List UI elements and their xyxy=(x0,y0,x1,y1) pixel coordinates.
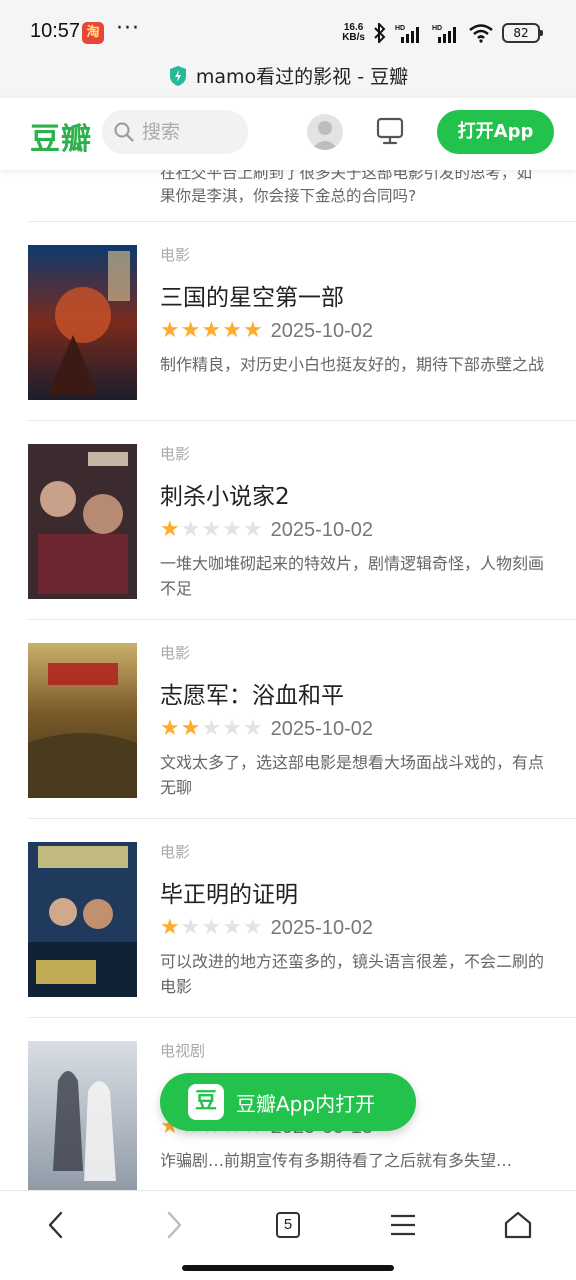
home-button[interactable] xyxy=(488,1205,548,1245)
star-rating: ★★★★★ xyxy=(160,917,263,939)
site-header: 豆瓣 打开App xyxy=(0,98,576,170)
status-time: 10:57 xyxy=(30,20,81,42)
star-empty-icon: ★ xyxy=(242,915,263,940)
item-title[interactable]: 三国的星空第一部 xyxy=(160,278,548,311)
list-item[interactable]: 电影 毕正明的证明 ★ ★ ★ ★ ★ 2025-10-02 可以改进的地方还蛮多的，镜… xyxy=(28,819,576,1018)
status-bar: 10:57 淘 ··· 16.6 KB/s HD HD 82 xyxy=(0,0,576,62)
item-comment: 制作精良，对历史小白也挺友好的，期待下部赤壁之战 xyxy=(160,355,545,374)
watched-date: 2025-10-02 xyxy=(270,717,373,740)
star-rating: ★★★★★ xyxy=(160,320,263,342)
star-filled-icon: ★ xyxy=(160,517,180,542)
watched-list: 在社交平台上刷到了很多关于这部电影引发的思考，如果你是李淇，你会接下金总的合同吗… xyxy=(0,164,576,1217)
item-title[interactable]: 刺杀小说家2 xyxy=(160,477,548,510)
svg-text:HD: HD xyxy=(432,25,442,32)
taobao-app-icon: 淘 xyxy=(82,22,104,44)
category-label: 电影 xyxy=(160,246,191,264)
category-label: 电影 xyxy=(160,445,191,463)
menu-button[interactable] xyxy=(373,1205,433,1245)
more-notifications-icon: ··· xyxy=(116,16,140,41)
item-title[interactable]: 毕正明的证明 xyxy=(160,875,548,908)
item-comment: 文戏太多了，选这部电影是想看大场面战斗戏的，有点无聊 xyxy=(160,753,545,797)
search-box[interactable] xyxy=(102,110,248,154)
back-button[interactable] xyxy=(26,1205,86,1245)
monitor-icon[interactable] xyxy=(375,116,405,146)
star-empty-icon: ★ xyxy=(201,716,222,741)
open-app-button[interactable]: 打开App xyxy=(437,110,554,154)
star-empty-icon: ★ xyxy=(180,915,201,940)
poster-image[interactable] xyxy=(28,842,137,997)
category-label: 电影 xyxy=(160,644,191,662)
star-filled-icon: ★ xyxy=(160,318,180,343)
open-in-app-button[interactable]: 豆 豆瓣App内打开 xyxy=(160,1073,416,1131)
category-label: 电视剧 xyxy=(160,1042,206,1060)
star-empty-icon: ★ xyxy=(222,915,242,940)
poster-image[interactable] xyxy=(28,245,137,400)
open-in-app-label: 豆瓣App内打开 xyxy=(236,1091,376,1116)
watched-date: 2025-10-02 xyxy=(270,319,373,342)
network-speed-unit: KB/s xyxy=(342,32,365,43)
category-label: 电影 xyxy=(160,843,191,861)
previous-item-comment: 在社交平台上刷到了很多关于这部电影引发的思考，如果你是李淇，你会接下金总的合同吗… xyxy=(28,162,576,222)
star-rating: ★★★★★ xyxy=(160,718,263,740)
watched-date: 2025-10-02 xyxy=(270,916,373,939)
address-bar[interactable]: mamo看过的影视 - 豆瓣 xyxy=(0,62,576,98)
search-input[interactable] xyxy=(142,121,232,143)
star-filled-icon: ★ xyxy=(201,318,222,343)
star-empty-icon: ★ xyxy=(180,517,201,542)
network-speed: 16.6 KB/s xyxy=(342,23,365,43)
star-empty-icon: ★ xyxy=(242,517,263,542)
star-empty-icon: ★ xyxy=(201,517,222,542)
watched-date: 2025-10-02 xyxy=(270,518,373,541)
star-filled-icon: ★ xyxy=(242,318,263,343)
star-empty-icon: ★ xyxy=(222,716,242,741)
signal-icon: HD xyxy=(432,25,456,43)
star-empty-icon: ★ xyxy=(242,716,263,741)
user-icon xyxy=(311,121,339,150)
tabs-icon: 5 xyxy=(276,1212,300,1238)
tabs-button[interactable]: 5 xyxy=(258,1205,318,1245)
star-filled-icon: ★ xyxy=(222,318,242,343)
forward-icon xyxy=(167,1211,182,1239)
star-empty-icon: ★ xyxy=(201,915,222,940)
poster-image[interactable] xyxy=(28,643,137,798)
poster-image[interactable] xyxy=(28,1041,137,1196)
star-filled-icon: ★ xyxy=(160,716,180,741)
star-filled-icon: ★ xyxy=(180,318,201,343)
douban-logo[interactable]: 豆瓣 xyxy=(30,114,92,158)
battery-indicator: 82 xyxy=(502,23,543,43)
shield-icon xyxy=(169,65,186,86)
list-item[interactable]: 电影 志愿军：浴血和平 ★ ★ ★ ★ ★ 2025-10-02 文戏太多了，选这部电影… xyxy=(28,620,576,819)
star-filled-icon: ★ xyxy=(160,915,180,940)
star-filled-icon: ★ xyxy=(180,716,201,741)
svg-text:HD: HD xyxy=(395,25,405,32)
home-icon xyxy=(504,1211,532,1239)
forward-button[interactable] xyxy=(144,1205,204,1245)
list-item[interactable]: 电影 三国的星空第一部 ★ ★ ★ ★ ★ 2025-10-02 制作精良，对历史小白也… xyxy=(28,222,576,421)
search-icon xyxy=(114,122,134,142)
item-comment: 一堆大咖堆砌起来的特效片，剧情逻辑奇怪，人物刻画不足 xyxy=(160,554,545,598)
back-icon xyxy=(48,1211,63,1239)
item-title[interactable]: 志愿军：浴血和平 xyxy=(160,676,548,709)
list-item[interactable]: 电影 刺杀小说家2 ★ ★ ★ ★ ★ 2025-10-02 一堆大咖堆砌起来的特效片，… xyxy=(28,421,576,620)
poster-image[interactable] xyxy=(28,444,137,599)
star-rating: ★★★★★ xyxy=(160,519,263,541)
signal-icon: HD xyxy=(395,25,419,43)
gesture-home-bar[interactable] xyxy=(182,1265,394,1271)
status-icons: 16.6 KB/s HD HD 82 xyxy=(342,18,543,48)
wifi-icon xyxy=(469,24,493,43)
menu-icon xyxy=(391,1214,415,1236)
star-empty-icon: ★ xyxy=(222,517,242,542)
page-title: mamo看过的影视 - 豆瓣 xyxy=(195,66,409,88)
bluetooth-icon xyxy=(374,23,386,43)
avatar[interactable] xyxy=(307,114,343,150)
douban-app-icon: 豆 xyxy=(188,1084,224,1120)
browser-bottom-nav: 5 xyxy=(0,1190,576,1280)
item-comment: 可以改进的地方还蛮多的，镜头语言很差，不会二刷的电影 xyxy=(160,952,545,996)
